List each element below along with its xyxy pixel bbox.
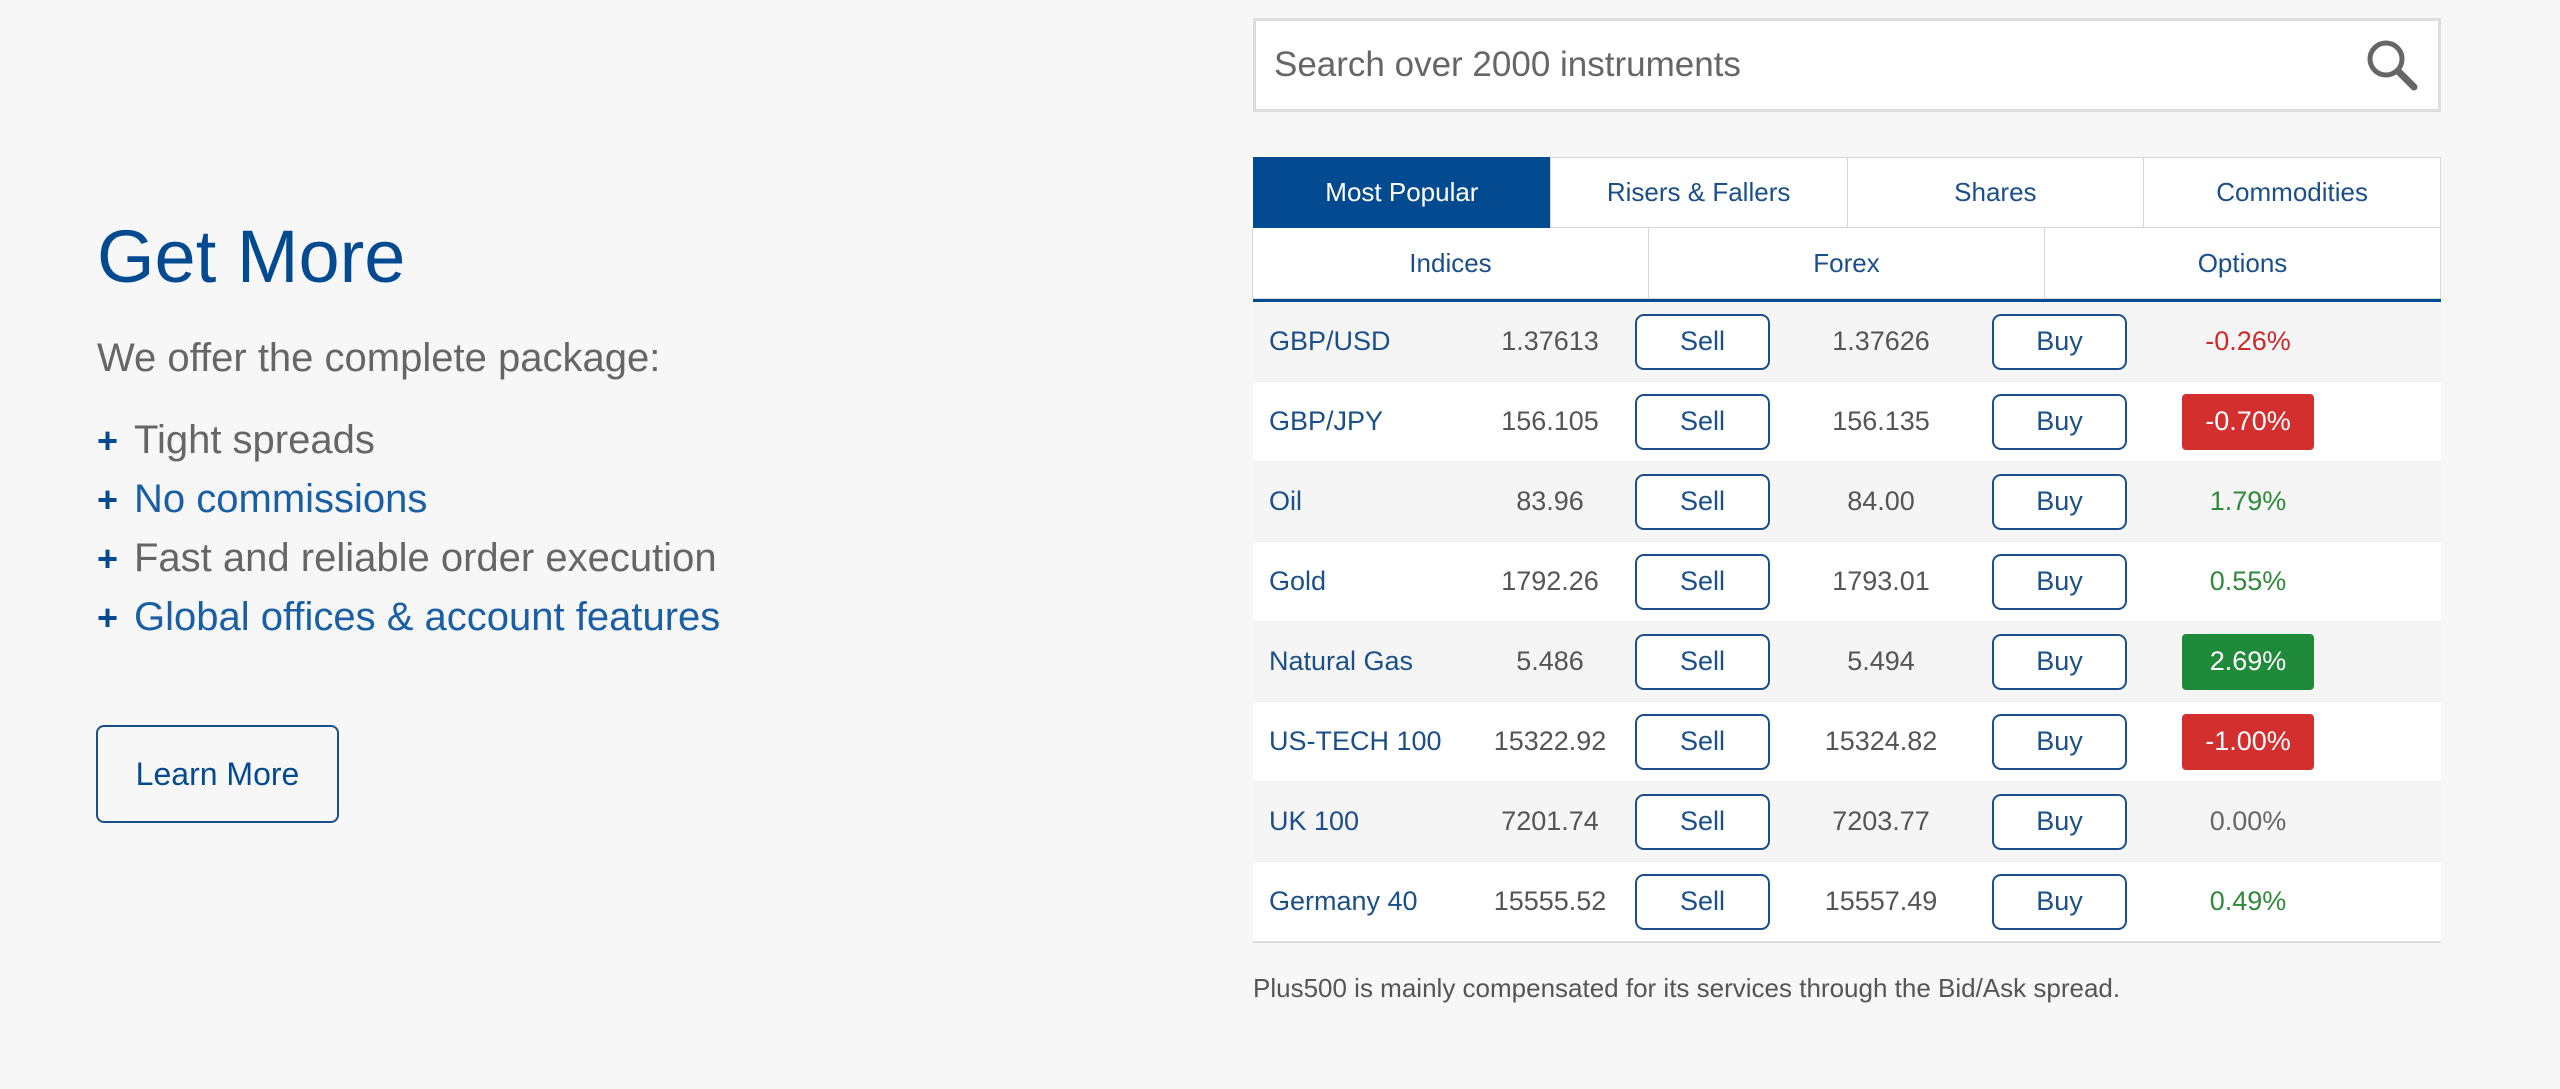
buy-price: 15557.49 — [1824, 886, 1938, 916]
feature-text: Global offices & account features — [134, 595, 721, 639]
tab-risers-fallers[interactable]: Risers & Fallers — [1549, 157, 1848, 228]
instrument-name[interactable]: US-TECH 100 — [1253, 726, 1493, 757]
feature-text: Tight spreads — [134, 418, 375, 462]
change-percent: 2.69% — [2182, 633, 2314, 690]
buy-price: 84.00 — [1847, 486, 1915, 516]
instrument-name[interactable]: GBP/JPY — [1253, 406, 1493, 437]
feature-item: + No commissions — [97, 470, 1097, 529]
buy-button[interactable]: Buy — [1992, 473, 2127, 530]
change-percent: -0.26% — [2205, 326, 2291, 356]
feature-item: + Tight spreads — [97, 411, 1097, 470]
page-title: Get More — [97, 215, 406, 298]
buy-price: 7203.77 — [1832, 806, 1930, 836]
table-row: US-TECH 100 15322.92 Sell 15324.82 Buy -1.00% — [1253, 702, 2441, 782]
sell-button[interactable]: Sell — [1635, 633, 1770, 690]
sell-price: 156.105 — [1501, 406, 1599, 436]
sell-price: 1.37613 — [1501, 326, 1599, 356]
table-row: Germany 40 15555.52 Sell 15557.49 Buy 0.49% — [1253, 862, 2441, 943]
change-percent: 0.00% — [2209, 806, 2287, 836]
buy-button[interactable]: Buy — [1992, 713, 2127, 770]
sell-button[interactable]: Sell — [1635, 393, 1770, 450]
instrument-name[interactable]: Germany 40 — [1253, 886, 1493, 917]
tab-commodities[interactable]: Commodities — [2143, 157, 2441, 228]
tab-most-popular[interactable]: Most Popular — [1253, 157, 1551, 228]
table-row: Gold 1792.26 Sell 1793.01 Buy 0.55% — [1253, 542, 2441, 622]
instrument-name[interactable]: Natural Gas — [1253, 646, 1493, 677]
instruments-widget: Most Popular Risers & Fallers Shares Com… — [1252, 18, 2441, 1004]
instrument-name[interactable]: UK 100 — [1253, 806, 1493, 837]
change-percent: -0.70% — [2182, 393, 2314, 450]
learn-more-button[interactable]: Learn More — [96, 725, 339, 823]
sell-button[interactable]: Sell — [1635, 713, 1770, 770]
sell-button[interactable]: Sell — [1635, 793, 1770, 850]
search-input[interactable] — [1272, 44, 2362, 86]
sell-button[interactable]: Sell — [1635, 873, 1770, 930]
buy-price: 1793.01 — [1832, 566, 1930, 596]
category-tabs-row-1: Most Popular Risers & Fallers Shares Com… — [1253, 157, 2441, 228]
buy-button[interactable]: Buy — [1992, 633, 2127, 690]
buy-button[interactable]: Buy — [1992, 553, 2127, 610]
promo-subhead: We offer the complete package: — [97, 336, 661, 380]
category-tabs-row-2: Indices Forex Options — [1252, 228, 2441, 302]
tab-forex[interactable]: Forex — [1648, 228, 2045, 299]
sell-price: 15322.92 — [1493, 726, 1607, 756]
disclaimer-text: Plus500 is mainly compensated for its se… — [1253, 973, 2121, 1003]
buy-price: 1.37626 — [1832, 326, 1930, 356]
feature-item: + Fast and reliable order execution — [97, 529, 1097, 588]
table-row: Oil 83.96 Sell 84.00 Buy 1.79% — [1253, 462, 2441, 542]
buy-price: 5.494 — [1847, 646, 1915, 676]
instrument-name[interactable]: Gold — [1253, 566, 1493, 597]
change-percent: -1.00% — [2182, 713, 2314, 770]
search-box — [1253, 18, 2441, 112]
instrument-name[interactable]: Oil — [1253, 486, 1493, 517]
plus-icon: + — [97, 538, 119, 579]
feature-list: + Tight spreads + No commissions + Fast and… — [97, 411, 1097, 647]
table-row: UK 100 7201.74 Sell 7203.77 Buy 0.00% — [1253, 782, 2441, 862]
promo-section: Get More We offer the complete package: … — [97, 220, 1097, 647]
sell-price: 83.96 — [1516, 486, 1584, 516]
change-percent: 0.55% — [2209, 566, 2287, 596]
sell-price: 5.486 — [1516, 646, 1584, 676]
buy-button[interactable]: Buy — [1992, 313, 2127, 370]
table-row: GBP/USD 1.37613 Sell 1.37626 Buy -0.26% — [1253, 302, 2441, 382]
change-percent: 1.79% — [2209, 486, 2287, 516]
buy-button[interactable]: Buy — [1992, 393, 2127, 450]
search-icon[interactable] — [2362, 35, 2422, 95]
sell-price: 15555.52 — [1493, 886, 1607, 916]
table-row: Natural Gas 5.486 Sell 5.494 Buy 2.69% — [1253, 622, 2441, 702]
instrument-name[interactable]: GBP/USD — [1253, 326, 1493, 357]
feature-text: No commissions — [134, 477, 428, 521]
plus-icon: + — [97, 479, 119, 520]
buy-price: 156.135 — [1832, 406, 1930, 436]
buy-button[interactable]: Buy — [1992, 873, 2127, 930]
plus-icon: + — [97, 420, 119, 461]
sell-button[interactable]: Sell — [1635, 553, 1770, 610]
table-row: GBP/JPY 156.105 Sell 156.135 Buy -0.70% — [1253, 382, 2441, 462]
instrument-table: GBP/USD 1.37613 Sell 1.37626 Buy -0.26% GBP/JP… — [1253, 302, 2441, 943]
plus-icon: + — [97, 597, 119, 638]
buy-button[interactable]: Buy — [1992, 793, 2127, 850]
sell-button[interactable]: Sell — [1635, 313, 1770, 370]
buy-price: 15324.82 — [1824, 726, 1938, 756]
change-percent: 0.49% — [2209, 886, 2287, 916]
tab-shares[interactable]: Shares — [1846, 157, 2145, 228]
tab-options[interactable]: Options — [2044, 228, 2441, 299]
feature-item: + Global offices & account features — [97, 588, 1097, 647]
tab-indices[interactable]: Indices — [1252, 228, 1649, 299]
sell-price: 7201.74 — [1501, 806, 1599, 836]
sell-price: 1792.26 — [1501, 566, 1599, 596]
feature-text: Fast and reliable order execution — [134, 536, 717, 580]
sell-button[interactable]: Sell — [1635, 473, 1770, 530]
